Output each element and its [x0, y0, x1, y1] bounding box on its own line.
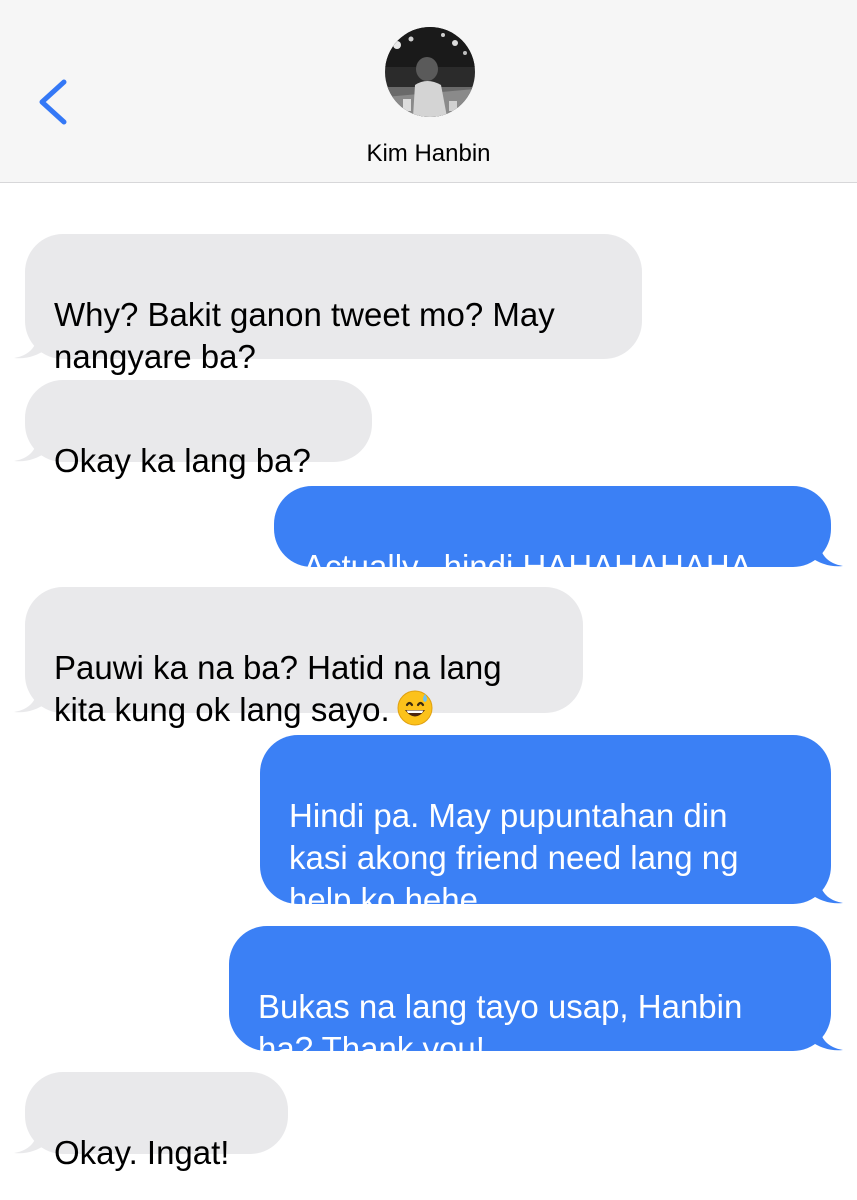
message-bubble-outgoing[interactable]: Actually.. hindi HAHAHAHAHA [274, 486, 831, 585]
message-bubble-incoming[interactable]: Okay ka lang ba? [25, 380, 372, 479]
message-text: Okay. Ingat! [54, 1134, 230, 1171]
conversation-header: Kim Hanbin [0, 0, 857, 183]
message-text: Pauwi ka na ba? Hatid na lang kita kung … [54, 649, 502, 728]
message-text: Actually.. hindi HAHAHAHAHA [303, 548, 752, 585]
avatar-photo [385, 27, 475, 117]
message-text: Why? Bakit ganon tweet mo? May nangyare … [54, 296, 555, 375]
message-text: Okay ka lang ba? [54, 442, 311, 479]
message-text: Bukas na lang tayo usap, Hanbin ha? Than… [258, 988, 743, 1067]
back-button[interactable] [30, 72, 74, 132]
grinning-face-with-sweat-icon [397, 690, 433, 726]
message-bubble-incoming[interactable]: Why? Bakit ganon tweet mo? May nangyare … [25, 234, 642, 375]
contact-avatar[interactable] [385, 27, 475, 117]
message-text: Hindi pa. May pupuntahan din kasi akong … [289, 797, 739, 918]
message-bubble-incoming[interactable]: Pauwi ka na ba? Hatid na lang kita kung … [25, 587, 583, 728]
message-bubble-outgoing[interactable]: Hindi pa. May pupuntahan din kasi akong … [260, 735, 831, 918]
message-bubble-incoming[interactable]: Okay. Ingat! [25, 1072, 288, 1171]
message-bubble-outgoing[interactable]: Bukas na lang tayo usap, Hanbin ha? Than… [229, 926, 831, 1067]
contact-name[interactable]: Kim Hanbin [0, 140, 857, 168]
chevron-left-icon [39, 79, 67, 125]
